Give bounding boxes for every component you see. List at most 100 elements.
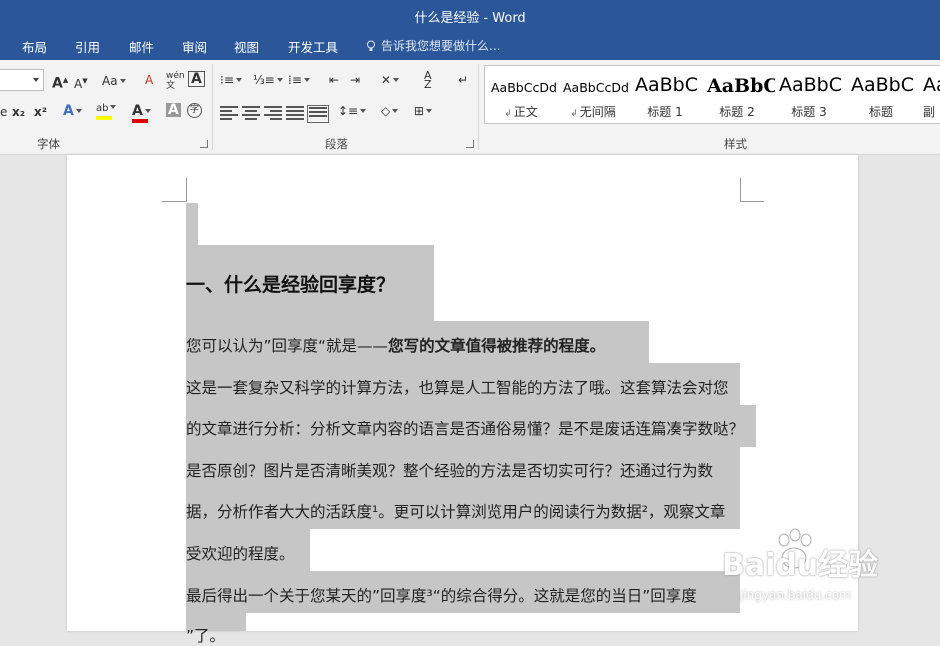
tab-references[interactable]: 引用 [75,37,100,56]
highlight-color-swatch [96,116,112,120]
multilevel-list-button[interactable]: ⁞≡ [288,72,310,88]
style-name: ↲ 无间隔 [570,105,616,119]
watermark-logo: Baidu经验 [722,548,879,583]
chevron-down-icon [33,78,39,82]
style-name: 标题 2 [719,105,755,119]
paragraph-line: 您可以认为”回享度“就是——您写的文章值得被推荐的程度。 [186,334,605,356]
borders-button[interactable]: ⊞ [414,103,433,119]
show-marks-button[interactable]: ↵ [458,72,468,88]
document-heading: 一、什么是经验回享度？ [186,274,396,296]
paragraph-line: 这是一套复杂又科学的计算方法，也算是人工智能的方法了哦。这套算法会对您 [186,379,729,397]
style-name-text: 无间隔 [579,105,616,119]
tab-view[interactable]: 视图 [234,37,259,56]
baidu-watermark: Baidu经验 jingyan.baidu.com [722,528,922,610]
style-title[interactable]: AaBbC 标题 [845,66,917,123]
character-border-button[interactable]: A [188,71,205,87]
align-right-button[interactable] [264,106,282,120]
shading-button[interactable]: ◇ [381,103,399,119]
font-color-swatch [132,119,148,123]
style-sample: AaBbC [707,75,775,97]
style-name: 标题 [868,105,893,119]
paragraph-bold-text: 您写的文章值得被推荐的程度。 [388,337,606,355]
paragraph-group-label: 段落 [325,137,348,151]
paragraph-dialog-launcher[interactable] [466,140,474,148]
numbering-button[interactable]: ⅓≡ [253,72,283,88]
line-spacing-button[interactable]: ↕≡ [338,103,367,119]
styles-gallery: AaBbCcDd ↲ 正文 AaBbCcDd ↲ 无间隔 AaBbC 标题 1 Aa… [484,65,940,124]
margin-mark [162,201,187,202]
tab-layout[interactable]: 布局 [22,37,47,56]
text-effects-button[interactable]: A [63,103,82,119]
paragraph-line: 是否原创？图片是否清晰美观？整个经验的方法是否切实可行？还通过行为数 [186,462,714,480]
font-dialog-launcher[interactable] [200,140,208,148]
chevron-down-icon [235,78,242,82]
bullets-button[interactable]: ⁝≡ [220,72,242,88]
asian-layout-button[interactable]: ✕ [381,72,400,88]
grow-font-label: A [52,75,63,92]
phonetic-guide-button[interactable]: wén 文 [166,71,185,91]
character-shading-button[interactable]: A [166,103,181,117]
justify-button[interactable] [286,106,304,120]
styles-group-label: 样式 [724,137,747,151]
style-normal[interactable]: AaBbCcDd ↲ 正文 [485,66,557,123]
clear-format-button[interactable]: A [145,72,153,88]
increase-indent-button[interactable]: ⇥ [350,72,360,88]
phonetic-label: wén [166,71,185,81]
paragraph-text: 您可以认为”回享度“就是—— [186,337,389,355]
paragraph-line: 的文章进行分析：分析文章内容的语言是否通俗易懂？是不是废话连篇凑字数哒？ [186,420,745,438]
window-title: 什么是经验 - Word [414,11,526,26]
subscript-button[interactable]: x₂ [12,104,25,120]
style-name: 标题 3 [791,105,827,119]
style-heading-1[interactable]: AaBbC 标题 1 [629,66,701,123]
change-case-label: Aa [102,74,118,88]
decrease-indent-button[interactable]: ⇤ [329,72,339,88]
chevron-down-icon [392,109,399,113]
align-center-button[interactable] [242,106,260,120]
tab-review[interactable]: 审阅 [182,37,207,56]
strikethrough-button[interactable]: e [0,104,7,120]
superscript-button[interactable]: x² [34,104,47,120]
style-name: ↲ 正文 [504,105,538,119]
style-name: 标题 1 [647,105,683,119]
shrink-font-button[interactable]: A▼ [74,73,88,92]
group-separator [478,64,479,150]
margin-mark [740,201,764,202]
align-left-button[interactable] [220,106,238,120]
sort-button[interactable]: AZ [424,70,432,90]
tab-mailings[interactable]: 邮件 [129,37,154,56]
paragraph-line: 据，分析作者大大的活跃度¹。更可以计算浏览用户的阅读行为数据²，观察文章 [186,503,726,521]
highlight-button[interactable]: ab [96,101,117,120]
paragraph-line: ”了。 [186,627,226,645]
enclose-characters-button[interactable]: 字 [187,103,202,118]
font-color-button[interactable]: A [132,103,151,123]
tab-developer[interactable]: 开发工具 [288,37,338,56]
grow-font-button[interactable]: A▲ [52,72,68,92]
style-sample: AaBbCcDd [491,80,557,95]
title-bar: 什么是经验 - Word [0,0,940,30]
ribbon: A▲ A▼ Aa A wén 文 A e x₂ x² A ab A A 字 字体 … [0,60,940,155]
tell-me-search[interactable]: 告诉我您想要做什么... [366,37,500,54]
style-subtitle[interactable]: Aa 副 [917,66,940,123]
watermark-url: jingyan.baidu.com [740,588,851,602]
tell-me-text: 告诉我您想要做什么... [381,39,501,53]
style-name: 副 [923,105,936,119]
style-heading-2[interactable]: AaBbC 标题 2 [701,66,775,123]
chevron-down-icon [303,78,310,82]
paragraph-line: 最后得出一个关于您某天的”回享度³“的综合得分。这就是您的当日”回享度 [186,587,697,605]
distributed-button[interactable] [307,105,329,123]
style-sample: AaBbCcDd [563,80,629,95]
chevron-down-icon [119,79,126,83]
selection-highlight [186,203,198,245]
style-no-spacing[interactable]: AaBbCcDd ↲ 无间隔 [557,66,629,123]
chevron-down-icon [110,105,117,109]
ribbon-tab-bar: 布局 引用 邮件 审阅 视图 开发工具 告诉我您想要做什么... [0,30,940,60]
change-case-button[interactable]: Aa [102,73,126,89]
chevron-down-icon [393,78,400,82]
style-sample: AaBbC [635,74,699,96]
paragraph-line: 受欢迎的程度。 [186,545,295,563]
shrink-font-label: A [74,77,83,91]
chevron-down-icon [426,109,433,113]
style-sample: AaBbC [851,74,915,96]
font-size-combo[interactable] [0,69,44,91]
style-heading-3[interactable]: AaBbC 标题 3 [773,66,845,123]
